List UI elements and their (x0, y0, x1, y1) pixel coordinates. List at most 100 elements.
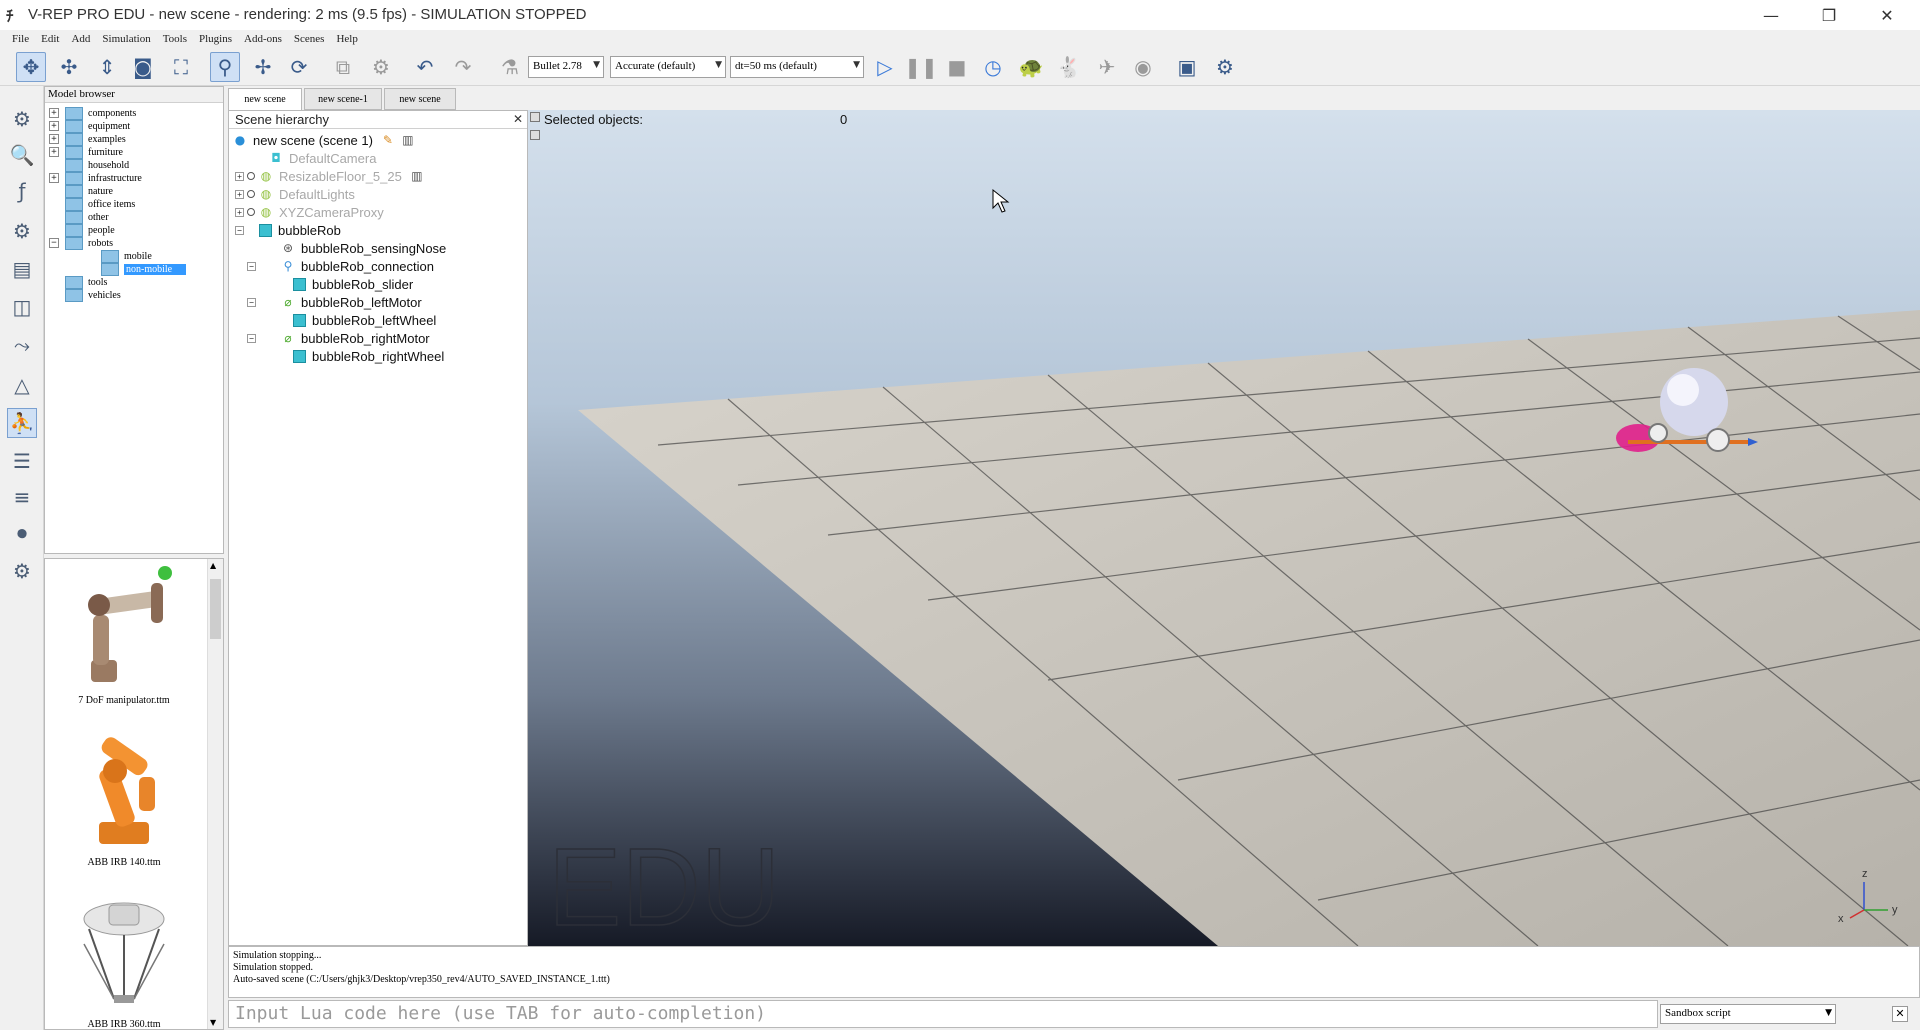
tab-new-scene-active[interactable]: new scene (228, 88, 302, 110)
slow-down-icon[interactable]: 🐢 (1016, 52, 1046, 82)
scene-render[interactable]: EDU z y x (528, 110, 1920, 946)
scripts-icon[interactable]: ƒ (7, 176, 37, 206)
hierarchy-item[interactable]: bubbleRob_rightWheel (293, 347, 444, 365)
camera-pan-icon[interactable]: ✥ (16, 52, 46, 82)
model-folder-item[interactable]: vehicles (49, 287, 121, 303)
collapse-icon[interactable]: − (247, 261, 256, 271)
user-settings-icon[interactable]: ⚙ (7, 556, 37, 586)
properties-icon[interactable]: ▤ (7, 254, 37, 284)
camera-rotate-icon[interactable]: ✣ (54, 52, 84, 82)
expand-icon[interactable]: + (49, 121, 59, 131)
selected-objects-info: Selected objects: 0 (530, 112, 850, 140)
model-browser-toggle-icon[interactable]: ⛹ (7, 408, 37, 438)
close-icon[interactable]: ✕ (1892, 1006, 1908, 1022)
visualization-toggle-icon[interactable]: ◉ (1128, 52, 1158, 82)
path-edit-icon[interactable]: ⤳ (7, 330, 37, 360)
hierarchy-item[interactable]: − ⚲ bubbleRob_connection (247, 257, 434, 275)
menu-file[interactable]: File (12, 33, 29, 45)
play-icon[interactable]: ▷ (870, 52, 900, 82)
hierarchy-item[interactable]: ⊛ bubbleRob_sensingNose (281, 239, 446, 257)
customization-icon[interactable]: ▥ (401, 133, 415, 147)
thumbnail-abb-irb140[interactable]: ABB IRB 140.ttm (59, 727, 189, 868)
collapse-icon[interactable]: − (247, 297, 256, 307)
minimize-button[interactable]: — (1742, 0, 1800, 30)
script-icon[interactable]: ✎ (381, 133, 395, 147)
page-selector-icon[interactable]: ▣ (1172, 52, 1202, 82)
scroll-down-icon[interactable]: ▼ (210, 1018, 216, 1027)
menu-tools[interactable]: Tools (163, 33, 187, 45)
menu-plugins[interactable]: Plugins (199, 33, 232, 45)
info-toggle-icon[interactable] (530, 130, 540, 140)
hierarchy-item[interactable]: − bubbleRob (235, 221, 341, 239)
expand-icon[interactable]: + (235, 171, 244, 181)
menu-edit[interactable]: Edit (41, 33, 59, 45)
redo-icon[interactable]: ↷ (448, 52, 478, 82)
close-button[interactable]: ✕ (1858, 0, 1916, 30)
thread-rendering-icon[interactable]: ✈ (1092, 52, 1122, 82)
hierarchy-item[interactable]: ◘ DefaultCamera (269, 149, 376, 167)
scroll-up-icon[interactable]: ▲ (210, 561, 216, 570)
scene-viewport[interactable]: EDU z y x (528, 110, 1920, 946)
collapse-icon[interactable]: − (235, 225, 244, 235)
dynamics-engine-icon[interactable]: ⚗ (495, 52, 525, 82)
simulation-settings-icon[interactable]: ⚙ (7, 104, 37, 134)
assemble-icon[interactable]: ⧉ (328, 52, 358, 82)
lua-command-input[interactable]: Input Lua code here (use TAB for auto-co… (228, 1000, 1658, 1028)
speed-up-icon[interactable]: 🐇 (1054, 52, 1084, 82)
menu-addons[interactable]: Add-ons (244, 33, 282, 45)
zoom-icon[interactable]: 🔍 (7, 140, 37, 170)
accuracy-select[interactable]: Accurate (default) ▼ (610, 56, 726, 78)
customization-icon[interactable]: ▥ (410, 169, 424, 183)
hierarchy-root[interactable]: ● new scene (scene 1) ✎ ▥ (233, 131, 421, 149)
transfer-dna-icon[interactable]: ⚙ (366, 52, 396, 82)
expand-icon[interactable]: + (235, 189, 244, 199)
scene-hierarchy-toggle-icon[interactable]: ☰ (7, 446, 37, 476)
hierarchy-item[interactable]: − ⌀ bubbleRob_rightMotor (247, 329, 430, 347)
layers-icon[interactable]: ≡ (7, 482, 37, 512)
expand-icon[interactable]: + (49, 173, 59, 183)
hierarchy-item[interactable]: bubbleRob_slider (293, 275, 413, 293)
video-recorder-icon[interactable]: ⏺ (7, 518, 37, 548)
pause-icon[interactable]: ❚❚ (904, 52, 938, 82)
scroll-thumb[interactable] (210, 579, 221, 639)
thumbnail-abb-irb360[interactable]: ABB IRB 360.ttm (59, 889, 189, 1030)
camera-shift-icon[interactable]: ⇕ (92, 52, 122, 82)
hierarchy-item[interactable]: bubbleRob_leftWheel (293, 311, 436, 329)
tab-new-scene-2[interactable]: new scene (384, 88, 456, 110)
hierarchy-item[interactable]: + ◍ DefaultLights (235, 185, 355, 203)
object-rotate-icon[interactable]: ⟳ (284, 52, 314, 82)
menu-help[interactable]: Help (336, 33, 357, 45)
collapse-icon[interactable]: − (247, 333, 256, 343)
thumbnail-scrollbar[interactable]: ▲ ▼ (207, 559, 223, 1029)
thumbnail-7dof[interactable]: 7 DoF manipulator.ttm (59, 565, 189, 706)
menu-scenes[interactable]: Scenes (294, 33, 325, 45)
expand-icon[interactable]: + (49, 147, 59, 157)
fit-to-view-icon[interactable]: ⛶ (166, 52, 196, 82)
script-selector[interactable]: Sandbox script ▼ (1660, 1004, 1836, 1024)
expand-icon[interactable]: + (49, 108, 59, 118)
engine-select[interactable]: Bullet 2.78 ▼ (528, 56, 604, 78)
tab-new-scene-1[interactable]: new scene-1 (304, 88, 382, 110)
collections-icon[interactable]: ⚙ (7, 216, 37, 246)
close-icon[interactable]: ✕ (513, 112, 523, 126)
click-selection-icon[interactable]: ⚲ (210, 52, 240, 82)
hierarchy-item[interactable]: + ◍ XYZCameraProxy (235, 203, 384, 221)
menu-simulation[interactable]: Simulation (102, 33, 150, 45)
collapse-icon[interactable]: − (49, 238, 59, 248)
scene-selector-icon[interactable]: ⚙ (1210, 52, 1240, 82)
undo-icon[interactable]: ↶ (410, 52, 440, 82)
hierarchy-item[interactable]: − ⌀ bubbleRob_leftMotor (247, 293, 422, 311)
stop-icon[interactable]: ■ (942, 52, 972, 82)
info-toggle-icon[interactable] (530, 112, 540, 122)
expand-icon[interactable]: + (49, 134, 59, 144)
expand-icon[interactable]: + (235, 207, 244, 217)
selection-icon[interactable]: △ (7, 370, 37, 400)
hierarchy-item[interactable]: + ◍ ResizableFloor_5_25 ▥ (235, 167, 430, 185)
shape-edit-icon[interactable]: ◫ (7, 292, 37, 322)
camera-angle-icon[interactable]: ◙ (128, 52, 158, 82)
realtime-clock-icon[interactable]: ◷ (978, 52, 1008, 82)
restore-button[interactable]: ❐ (1800, 0, 1858, 30)
timestep-select[interactable]: dt=50 ms (default) ▼ (730, 56, 864, 78)
object-shift-icon[interactable]: ✢ (248, 52, 278, 82)
menu-add[interactable]: Add (71, 33, 90, 45)
